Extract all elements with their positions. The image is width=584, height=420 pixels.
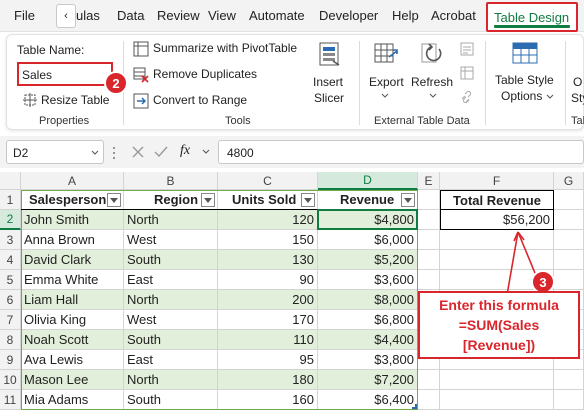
annotation-line-1: Enter this formula (439, 297, 559, 313)
annotation-line-3: [Revenue]) (462, 337, 536, 353)
annotation-line-2: =SUM(Sales (458, 317, 540, 333)
annotation-callout: Enter this formula =SUM(Sales [Revenue]) (418, 291, 580, 359)
